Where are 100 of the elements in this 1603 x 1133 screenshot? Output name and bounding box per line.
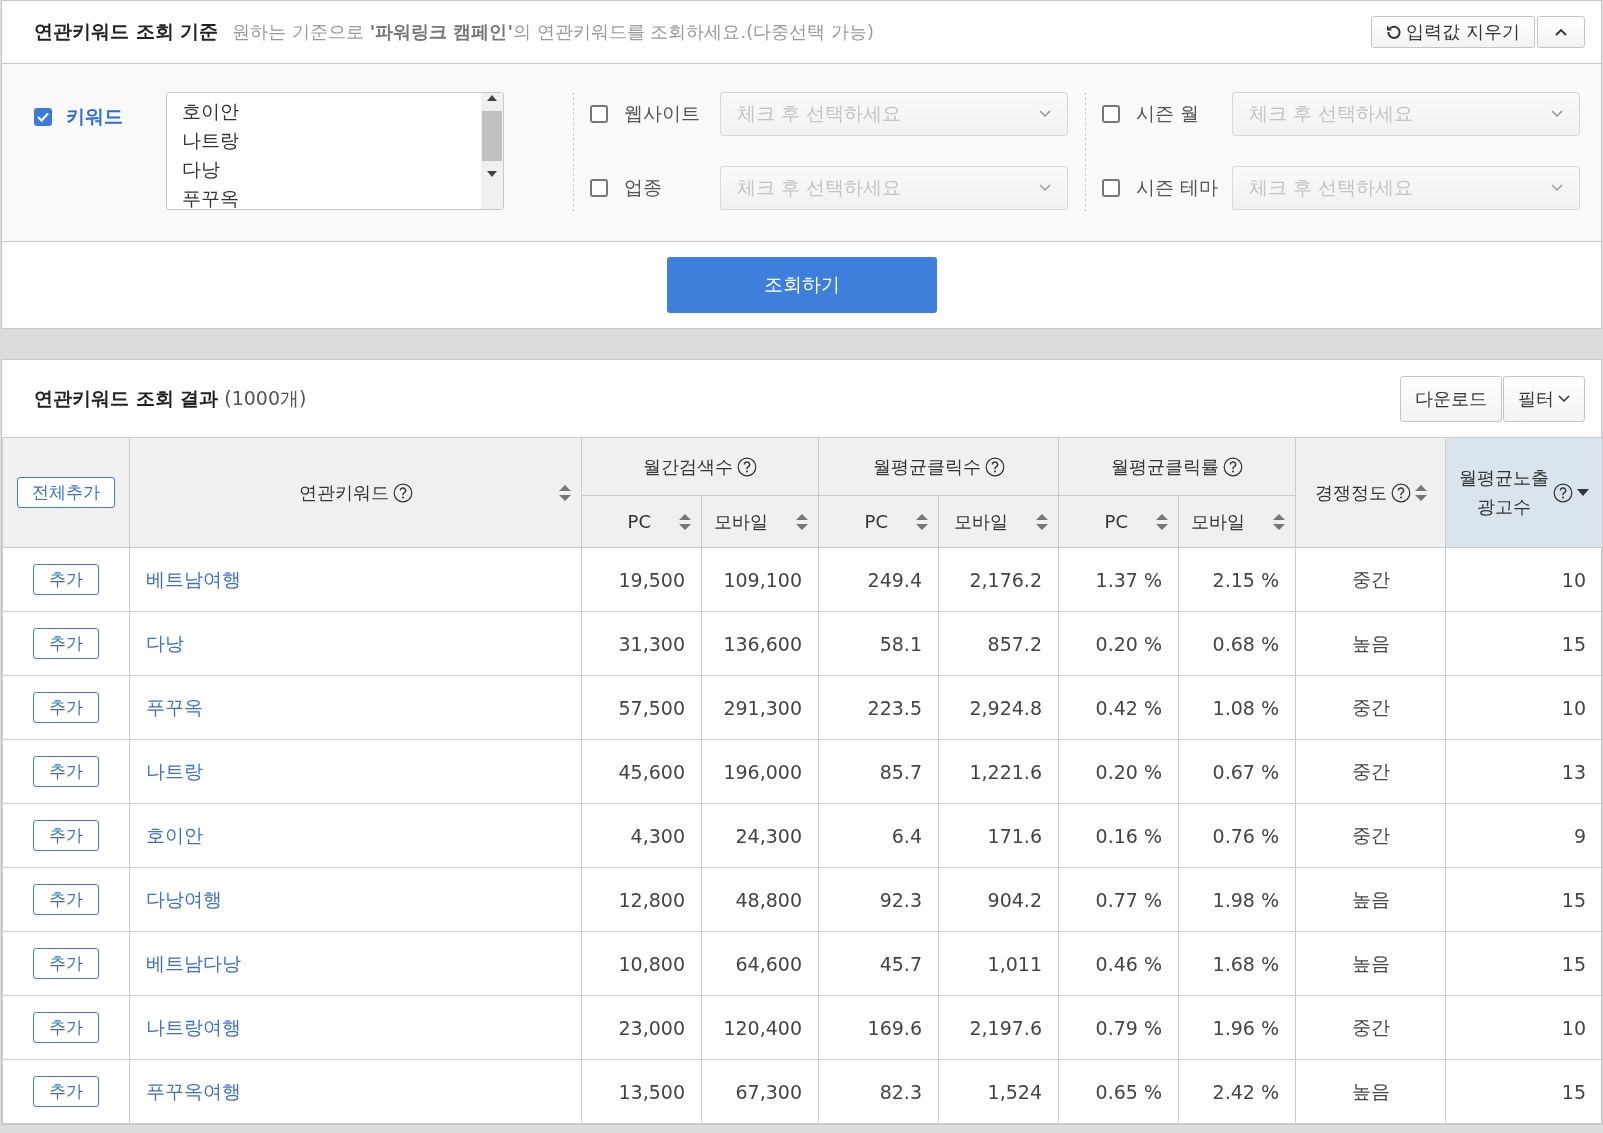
- table-cell: 0.76 %: [1178, 803, 1296, 868]
- panel-title: 연관키워드 조회 결과: [34, 385, 219, 411]
- table-cell: 1,524: [938, 1059, 1059, 1124]
- table-cell: 2.42 %: [1178, 1059, 1296, 1124]
- column-header: 연관키워드: [298, 480, 389, 505]
- scrollbar[interactable]: [481, 93, 503, 209]
- reset-button[interactable]: 입력값 지우기: [1371, 16, 1535, 48]
- table-cell: 중간: [1295, 739, 1446, 804]
- table-cell: 2,197.6: [938, 995, 1059, 1060]
- table-cell: 0.65 %: [1058, 1059, 1179, 1124]
- checkbox[interactable]: [1102, 105, 1120, 123]
- keyword-link[interactable]: 베트남다낭: [146, 951, 241, 974]
- checkbox[interactable]: [590, 105, 608, 123]
- download-button[interactable]: 다운로드: [1400, 375, 1502, 422]
- reset-icon: [1386, 24, 1403, 40]
- table-cell: 291,300: [701, 675, 819, 740]
- table-cell: 중간: [1295, 995, 1446, 1060]
- listbox-item[interactable]: 호이안: [182, 97, 466, 126]
- column-header: 월평균클릭수: [872, 454, 981, 479]
- table-cell: 높음: [1295, 611, 1446, 676]
- table-cell: 171.6: [938, 803, 1059, 868]
- description-text: 원하는 기준으로 '파워링크 캠페인'의 연관키워드를 조회하세요.(다중선택 가능): [232, 20, 875, 44]
- keyword-link[interactable]: 다낭여행: [146, 887, 222, 910]
- table-cell: 4,300: [581, 803, 702, 868]
- add-button[interactable]: 추가: [33, 884, 99, 915]
- table-cell: 67,300: [701, 1059, 819, 1124]
- table-cell: 2.15 %: [1178, 547, 1296, 612]
- chevron-down-icon: [1551, 110, 1563, 118]
- keyword-listbox[interactable]: 호이안 나트랑 다낭 푸꾸옥: [166, 92, 504, 210]
- add-button[interactable]: 추가: [33, 756, 99, 787]
- table-cell: 10: [1445, 995, 1603, 1060]
- keyword-link[interactable]: 베트남여행: [146, 567, 241, 590]
- table-cell: 15: [1445, 611, 1603, 676]
- table-cell: 48,800: [701, 867, 819, 932]
- table-cell: 1,221.6: [938, 739, 1059, 804]
- table-cell: 24,300: [701, 803, 819, 868]
- table-cell: 15: [1445, 931, 1603, 996]
- table-cell: 13,500: [581, 1059, 702, 1124]
- column-header: 모바일: [954, 509, 1008, 534]
- table-cell: 1.08 %: [1178, 675, 1296, 740]
- add-button[interactable]: 추가: [33, 564, 99, 595]
- listbox-item[interactable]: 다낭: [182, 155, 466, 184]
- scroll-down-icon: [486, 169, 498, 179]
- listbox-item[interactable]: 푸꾸옥: [182, 184, 466, 209]
- checkbox[interactable]: [1102, 179, 1120, 197]
- table-cell: 6.4: [818, 803, 939, 868]
- table-cell: 0.77 %: [1058, 867, 1179, 932]
- listbox-item[interactable]: 나트랑: [182, 126, 466, 155]
- chevron-up-icon: [1555, 28, 1567, 36]
- scroll-up-icon: [486, 93, 498, 103]
- table-cell: 857.2: [938, 611, 1059, 676]
- column-header: PC: [864, 511, 888, 532]
- filter-label: 시즌 월: [1136, 101, 1201, 126]
- chevron-down-icon: [1039, 110, 1051, 118]
- table-cell: 58.1: [818, 611, 939, 676]
- table-cell: 57,500: [581, 675, 702, 740]
- table-cell: 45,600: [581, 739, 702, 804]
- add-button[interactable]: 추가: [33, 820, 99, 851]
- table-cell: 중간: [1295, 803, 1446, 868]
- table-cell: 0.67 %: [1178, 739, 1296, 804]
- table-cell: 0.20 %: [1058, 611, 1179, 676]
- table-cell: 중간: [1295, 547, 1446, 612]
- keyword-link[interactable]: 푸꾸옥여행: [146, 1079, 241, 1102]
- table-cell: 82.3: [818, 1059, 939, 1124]
- table-cell: 중간: [1295, 675, 1446, 740]
- table-cell: 1,011: [938, 931, 1059, 996]
- add-button[interactable]: 추가: [33, 1012, 99, 1043]
- add-button[interactable]: 추가: [33, 628, 99, 659]
- column-header: 경쟁정도: [1314, 480, 1387, 505]
- table-cell: 0.42 %: [1058, 675, 1179, 740]
- add-button[interactable]: 추가: [33, 692, 99, 723]
- column-header: 모바일: [1191, 509, 1245, 534]
- column-header: PC: [627, 511, 651, 532]
- table-cell: 13: [1445, 739, 1603, 804]
- search-button[interactable]: 조회하기: [666, 257, 937, 313]
- filter-button[interactable]: 필터: [1503, 375, 1585, 422]
- add-button[interactable]: 추가: [33, 948, 99, 979]
- keyword-link[interactable]: 나트랑여행: [146, 1015, 241, 1038]
- keyword-link[interactable]: 푸꾸옥: [146, 695, 203, 718]
- table-cell: 1.96 %: [1178, 995, 1296, 1060]
- table-cell: 23,000: [581, 995, 702, 1060]
- keyword-link[interactable]: 나트랑: [146, 759, 203, 782]
- result-count: (1000개): [224, 385, 308, 411]
- table-cell: 1.37 %: [1058, 547, 1179, 612]
- table-cell: 31,300: [581, 611, 702, 676]
- chevron-down-icon: [1039, 184, 1051, 192]
- add-button[interactable]: 추가: [33, 1076, 99, 1107]
- checkbox[interactable]: [590, 179, 608, 197]
- table-cell: 92.3: [818, 867, 939, 932]
- table-cell: 19,500: [581, 547, 702, 612]
- add-all-button[interactable]: 전체추가: [17, 477, 115, 508]
- table-cell: 0.16 %: [1058, 803, 1179, 868]
- table-cell: 904.2: [938, 867, 1059, 932]
- table-cell: 136,600: [701, 611, 819, 676]
- table-cell: 109,100: [701, 547, 819, 612]
- table-cell: 10: [1445, 675, 1603, 740]
- filter-label: 업종: [624, 175, 663, 200]
- keyword-link[interactable]: 다낭: [146, 631, 184, 654]
- keyword-link[interactable]: 호이안: [146, 823, 203, 846]
- checkbox[interactable]: [34, 107, 52, 126]
